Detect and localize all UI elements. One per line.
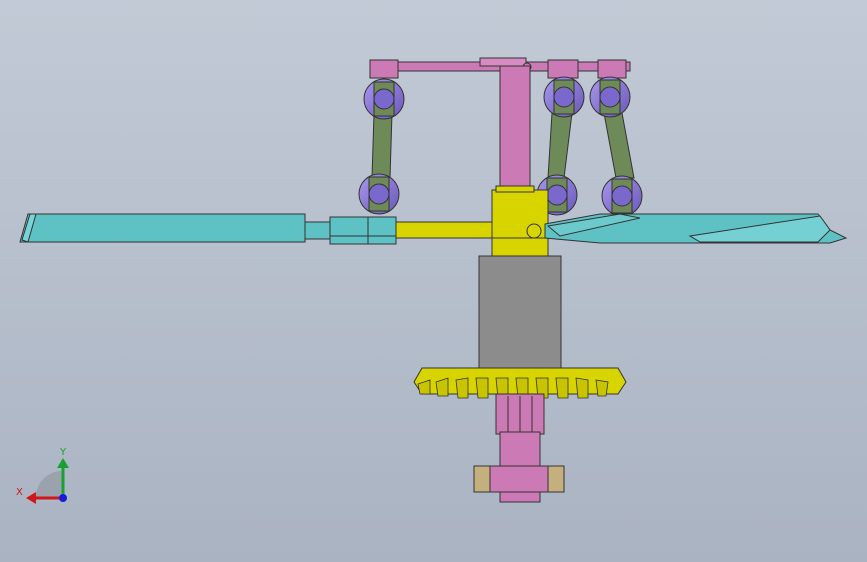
main-shaft[interactable] [499, 65, 531, 193]
z-axis-dot [59, 494, 67, 502]
ball-joint-upper-middle [543, 76, 585, 118]
viewport-background [0, 0, 867, 562]
left-blade-grip[interactable] [329, 216, 397, 245]
model-view[interactable]: Y X [0, 0, 867, 562]
yellow-feathering-spindle[interactable] [395, 221, 493, 239]
ball-joint-upper-left [363, 78, 405, 120]
right-rotor-blade[interactable] [544, 213, 848, 244]
ball-joint-lower-right [601, 175, 643, 217]
y-axis-label: Y [59, 447, 67, 458]
rotor-hub[interactable] [491, 185, 549, 257]
ball-joint-lower-left [358, 173, 400, 215]
lower-shaft[interactable] [495, 393, 545, 467]
gearbox-housing[interactable] [478, 255, 562, 369]
ball-joint-upper-right [589, 76, 631, 118]
x-axis-label: X [16, 487, 23, 498]
cad-viewport[interactable]: Y X [0, 0, 867, 562]
left-rotor-blade[interactable] [19, 213, 332, 243]
